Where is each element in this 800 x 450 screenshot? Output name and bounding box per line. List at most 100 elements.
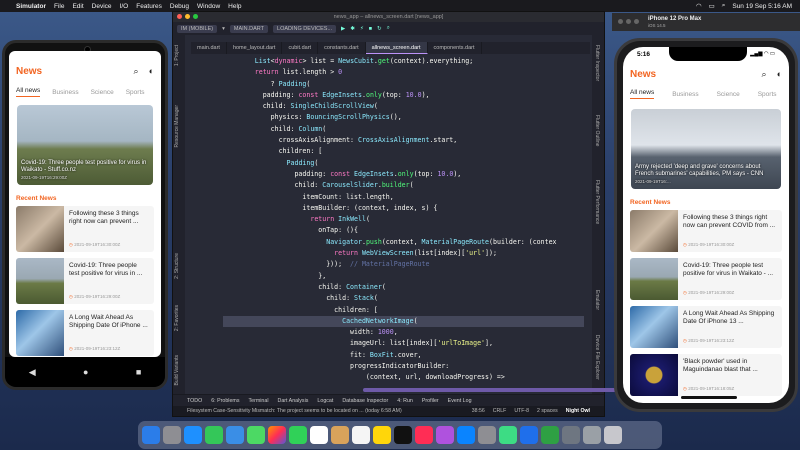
code-line[interactable]: 36 child: Stack( (223, 293, 584, 304)
editor-tab[interactable]: cubit.dart (282, 42, 319, 54)
minimize-icon[interactable] (185, 14, 190, 19)
panel-emulator[interactable]: Emulator (594, 290, 600, 310)
vscode-icon[interactable] (541, 426, 559, 444)
search-icon[interactable]: ⌕ (134, 66, 139, 77)
panel-structure[interactable]: 2: Structure (174, 253, 180, 279)
code-line[interactable]: 28 itemBuilder: (context, index, s) { (223, 203, 584, 214)
panel-resource-manager[interactable]: Resource Manager (174, 105, 180, 148)
apple-tv-icon[interactable] (394, 426, 412, 444)
status-theme[interactable]: Night Owl (566, 408, 590, 414)
code-line[interactable]: 26 child: CarouselSlider.builder( (223, 180, 584, 191)
carousel-hero[interactable]: Covid-19: Three people test positive for… (17, 105, 153, 185)
menu-file[interactable]: File (54, 3, 64, 10)
list-item[interactable]: Covid-19: Three people test positive for… (16, 258, 154, 304)
tool-terminal[interactable]: Terminal (248, 398, 268, 404)
android-studio-icon[interactable] (499, 426, 517, 444)
panel-favorites[interactable]: 2: Favorites (174, 305, 180, 331)
editor-tab[interactable]: constants.dart (318, 42, 366, 54)
tab-business[interactable]: Business (672, 91, 698, 98)
list-item[interactable]: Following these 3 things right now can p… (16, 206, 154, 252)
stop-icon[interactable]: ■ (369, 26, 372, 32)
status-message[interactable]: Filesystem Case-Sensitivity Mismatch: Th… (187, 408, 402, 414)
zoom-icon[interactable] (634, 19, 639, 24)
simulator-icon[interactable] (562, 426, 580, 444)
home-indicator[interactable] (681, 396, 737, 399)
menu-debug[interactable]: Debug (170, 3, 189, 10)
code-line[interactable]: 25 padding: const EdgeInsets.only(top: 1… (223, 169, 584, 180)
status-encoding[interactable]: UTF-8 (514, 408, 529, 414)
menu-features[interactable]: Features (136, 3, 162, 10)
system-preferences-icon[interactable] (478, 426, 496, 444)
tool-logcat[interactable]: Logcat (317, 398, 333, 404)
menu-io[interactable]: I/O (120, 3, 129, 10)
code-line[interactable]: 30 onTap: (){ (223, 225, 584, 236)
editor-tab[interactable]: allnews_screen.dart (365, 42, 428, 54)
messages-icon[interactable] (205, 426, 223, 444)
code-line[interactable]: 19 child: SingleChildScrollView( (223, 101, 584, 112)
code-line[interactable]: 42 progressIndicatorBuilder: (223, 361, 584, 372)
code-line[interactable]: 29 return InkWell( (223, 214, 584, 225)
panel-flutter-outline[interactable]: Flutter Outline (594, 115, 600, 146)
panel-project[interactable]: 1: Project (174, 45, 180, 66)
app-store-icon[interactable] (457, 426, 475, 444)
tab-all-news[interactable]: All news (16, 87, 41, 97)
code-line[interactable]: 31 Navigator.push(context, MaterialPageR… (223, 237, 584, 248)
tool-profiler[interactable]: Profiler (422, 398, 439, 404)
code-line[interactable]: 18 padding: const EdgeInsets.only(top: 1… (223, 90, 584, 101)
search-icon[interactable]: ⌕ (387, 25, 390, 32)
downloads-icon[interactable] (583, 426, 601, 444)
menubar-datetime[interactable]: Sun 19 Sep 5:16 AM (732, 3, 792, 10)
menu-help[interactable]: Help (228, 3, 241, 10)
tab-all-news[interactable]: All news (630, 89, 655, 99)
code-line[interactable]: 35 child: Container( (223, 282, 584, 293)
theme-toggle-icon[interactable]: ◐ (149, 66, 154, 77)
code-line[interactable]: 16 return list.length > 0 (223, 67, 584, 78)
dropdown-icon[interactable]: ▾ (222, 26, 225, 32)
tool-event-log[interactable]: Event Log (448, 398, 472, 404)
tool-problems[interactable]: 6: Problems (211, 398, 239, 404)
menu-edit[interactable]: Edit (72, 3, 83, 10)
code-line[interactable]: 40 imageUrl: list[index]['urlToImage'], (223, 338, 584, 349)
panel-device-file-explorer[interactable]: Device File Explorer (594, 335, 600, 380)
debug-icon[interactable]: ✱ (350, 26, 355, 32)
finder-icon[interactable] (142, 426, 160, 444)
search-icon[interactable]: ⌕ (722, 2, 726, 10)
xcode-icon[interactable] (520, 426, 538, 444)
minimize-icon[interactable] (626, 19, 631, 24)
tool-run[interactable]: 4: Run (397, 398, 413, 404)
back-icon[interactable]: ◀ (29, 367, 36, 378)
code-line[interactable]: 20 physics: BouncingScrollPhysics(), (223, 112, 584, 123)
status-line-separator[interactable]: CRLF (493, 408, 507, 414)
editor-tab[interactable]: components.dart (428, 42, 482, 54)
code-line[interactable]: 24 Padding( (223, 158, 584, 169)
safari-icon[interactable] (184, 426, 202, 444)
search-icon[interactable]: ⌕ (762, 69, 767, 80)
tab-sports[interactable]: Sports (758, 91, 777, 98)
list-item[interactable]: 'Black powder' used in Maguindanao blast… (630, 354, 782, 396)
menu-window[interactable]: Window (197, 3, 220, 10)
facetime-icon[interactable] (289, 426, 307, 444)
code-line[interactable]: 17 ? Padding( (223, 79, 584, 90)
code-line[interactable]: 37 children: [ (223, 305, 584, 316)
mail-icon[interactable] (226, 426, 244, 444)
list-item[interactable]: A Long Wait Ahead As Shipping Date Of iP… (630, 306, 782, 348)
maps-icon[interactable] (247, 426, 265, 444)
code-line[interactable]: 33 })); // MaterialPageRoute (223, 259, 584, 270)
podcasts-icon[interactable] (436, 426, 454, 444)
sync-icon[interactable]: ↻ (377, 26, 382, 32)
launchpad-icon[interactable] (163, 426, 181, 444)
code-line[interactable]: 34 }, (223, 271, 584, 282)
code-line[interactable]: 27 itemCount: list.length, (223, 192, 584, 203)
devices-selector[interactable]: LOADING DEVICES... (273, 24, 337, 33)
code-line[interactable]: 39 width: 1000, (223, 327, 584, 338)
run-icon[interactable]: ▶ (341, 26, 345, 32)
run-config-selector[interactable]: MAIN.DART (229, 24, 269, 33)
editor-tab[interactable]: home_layout.dart (227, 42, 283, 54)
menu-device[interactable]: Device (92, 3, 112, 10)
calendar-icon[interactable] (310, 426, 328, 444)
code-line[interactable]: 41 fit: BoxFit.cover, (223, 350, 584, 361)
status-cursor-position[interactable]: 38:56 (472, 408, 485, 414)
home-icon[interactable]: ● (83, 367, 88, 377)
panel-flutter-performance[interactable]: Flutter Performance (594, 180, 600, 224)
code-editor[interactable]: 15 List<dynamic> list = NewsCubit.get(co… (223, 56, 584, 384)
